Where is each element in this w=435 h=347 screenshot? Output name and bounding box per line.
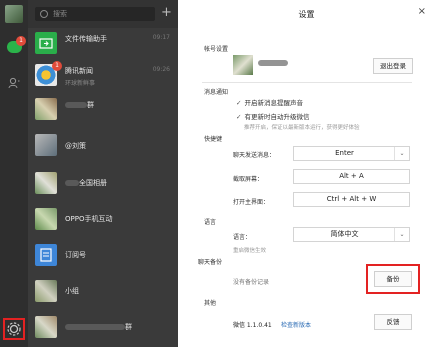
check-update-link[interactable]: 检查新版本 [281, 320, 311, 329]
chat-name: @刘策 [65, 142, 86, 150]
chat-time: 09:26 [152, 66, 170, 73]
file-transfer-avatar [35, 32, 57, 54]
capture-label: 截取屏幕： [233, 176, 264, 183]
chat-item-tencent-news[interactable]: 1 腾讯新闻 环球新鲜事 09:26 [28, 60, 178, 92]
oppo-avatar [35, 208, 57, 230]
backup-button[interactable]: 备份 [374, 271, 412, 287]
chat-preview: 环球新鲜事 [65, 80, 96, 87]
chat-name: 文件传输助手 [65, 35, 107, 43]
capture-shortcut-field[interactable]: Alt + A [293, 169, 410, 184]
avatar[interactable] [5, 5, 23, 23]
account-name-blurred [258, 60, 288, 66]
chat-list: 搜索 + 文件传输助手 09:17 1 腾讯新闻 环球新鲜事 09:26 群 @… [28, 0, 178, 347]
notify-section-label: 消息通知 [204, 89, 229, 96]
language-dropdown[interactable]: 简体中文 ⌄ [293, 227, 410, 242]
language-section-label: 语言 [204, 219, 217, 226]
add-chat-button[interactable]: + [161, 6, 172, 19]
auto-update-checkbox-label: 有更新时自动升级微信 [244, 113, 310, 121]
subscription-icon [35, 244, 57, 266]
close-icon[interactable]: × [418, 6, 426, 17]
chat-item-contact[interactable]: @刘策 [28, 130, 178, 162]
chat-name: 小组 [65, 287, 79, 295]
sound-checkbox-label: 开启新消息提醒声音 [244, 99, 303, 107]
unread-badge: 1 [52, 61, 62, 71]
chat-item-group-2[interactable]: 群 [28, 312, 178, 344]
team-avatar [35, 280, 57, 302]
search-bar: 搜索 + [28, 0, 178, 28]
settings-title: 设置 [298, 10, 315, 19]
auto-update-checkbox[interactable]: ✓ 有更新时自动升级微信 [236, 111, 309, 121]
chat-item-group[interactable]: 群 [28, 94, 178, 126]
shortcut-section-label: 快捷键 [204, 136, 223, 143]
logout-button[interactable]: 退出登录 [373, 58, 413, 74]
search-input[interactable]: 搜索 [35, 7, 155, 21]
capture-shortcut-value: Alt + A [339, 172, 364, 180]
version-text: 微信 1.1.0.41 [233, 322, 272, 329]
chat-item-subscriptions[interactable]: 订阅号 [28, 240, 178, 272]
auto-update-hint: 推荐开启，保证以最新版本运行，获得更好体验 [244, 125, 360, 131]
send-label: 聊天发送消息： [233, 152, 276, 159]
group-avatar [35, 316, 57, 338]
blurred-name [65, 324, 125, 330]
settings-panel: 设置 × 帐号设置 退出登录 消息通知 ✓ 开启新消息提醒声音 ✓ 有更新时自动升级… [178, 0, 435, 347]
open-main-label: 打开主界面： [233, 199, 270, 206]
contacts-icon[interactable] [8, 77, 20, 89]
chat-name: 全国相册 [65, 178, 107, 188]
chat-time: 09:17 [152, 34, 170, 41]
send-key-value: Enter [335, 149, 354, 157]
account-section-label: 帐号设置 [204, 46, 229, 53]
chat-item-team[interactable]: 小组 [28, 276, 178, 308]
settings-gear-icon[interactable] [3, 318, 25, 340]
other-section-label: 其他 [204, 300, 217, 307]
chat-item-album-group[interactable]: 全国相册 [28, 168, 178, 200]
send-key-dropdown[interactable]: Enter ⌄ [293, 146, 410, 161]
search-icon [40, 10, 48, 18]
backup-status: 没有备份记录 [233, 279, 270, 286]
language-field-label: 语言： [233, 234, 252, 241]
chat-name: 群 [65, 322, 132, 332]
chat-name: 订阅号 [65, 251, 86, 259]
language-value: 简体中文 [330, 230, 359, 238]
blurred-name [65, 180, 79, 186]
chat-name: 腾讯新闻 [65, 67, 93, 75]
chat-name: OPPO手机互动 [65, 215, 113, 223]
open-main-shortcut-field[interactable]: Ctrl + Alt + W [293, 192, 410, 207]
chat-name: 群 [65, 100, 94, 110]
sound-checkbox[interactable]: ✓ 开启新消息提醒声音 [236, 97, 303, 107]
left-nav-bar: 1 [0, 0, 28, 347]
language-hint: 重启微信生效 [233, 248, 267, 254]
chat-item-file-transfer[interactable]: 文件传输助手 09:17 [28, 28, 178, 60]
chat-item-oppo[interactable]: OPPO手机互动 [28, 204, 178, 236]
account-avatar [233, 55, 253, 75]
group-avatar [35, 98, 57, 120]
album-group-avatar [35, 172, 57, 194]
divider [202, 82, 412, 83]
open-main-shortcut-value: Ctrl + Alt + W [326, 195, 377, 203]
blurred-name [65, 102, 87, 108]
unread-badge: 1 [16, 36, 26, 46]
chevron-down-icon[interactable]: ⌄ [394, 147, 409, 160]
search-placeholder: 搜索 [53, 10, 67, 18]
feedback-button[interactable]: 反馈 [374, 314, 412, 330]
chevron-down-icon[interactable]: ⌄ [394, 228, 409, 241]
backup-section-label: 聊天备份 [198, 259, 223, 266]
contact-avatar [35, 134, 57, 156]
